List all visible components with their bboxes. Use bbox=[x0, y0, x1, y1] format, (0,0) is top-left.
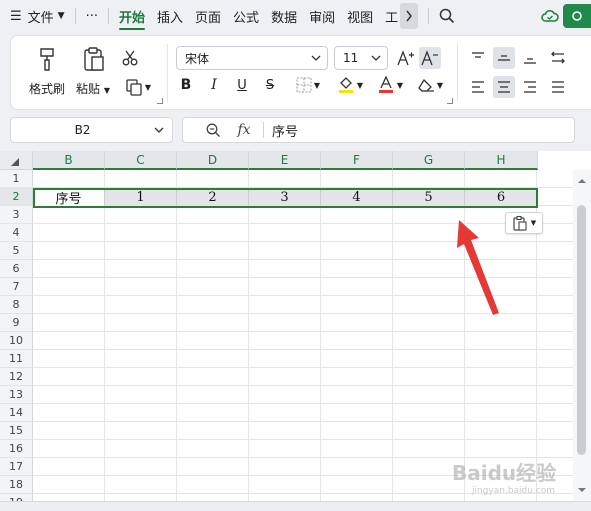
annotation-arrow bbox=[457, 220, 499, 315]
